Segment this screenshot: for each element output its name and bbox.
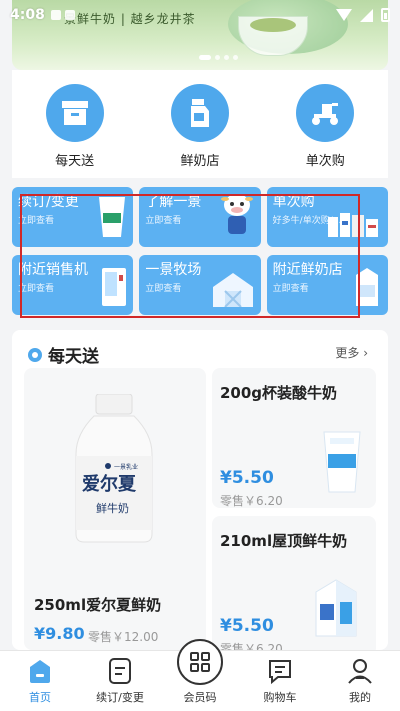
section-dot-icon xyxy=(28,347,42,362)
bottom-tab-bar: 首页 续订/变更 会员码 购物车 我的 xyxy=(0,639,400,711)
bottle-sub-text: 鲜牛奶 xyxy=(96,501,129,515)
milk-store-icon xyxy=(170,84,229,142)
signal-icon xyxy=(360,8,373,22)
quick-nav-single-purchase[interactable]: 单次购 xyxy=(280,84,370,169)
service-nearby-vending[interactable]: 附近销售机 立即查看 xyxy=(12,255,134,315)
milk-products-image xyxy=(326,209,382,243)
service-ranch[interactable]: 一景牧场 立即查看 xyxy=(139,255,261,315)
service-renew-change[interactable]: 续订/变更 立即查看 xyxy=(12,187,134,247)
tab-label: 我的 xyxy=(349,691,371,704)
product-name: 200g杯装酸牛奶 xyxy=(220,384,338,402)
notification-icon xyxy=(64,10,75,20)
tab-label: 购物车 xyxy=(263,691,297,704)
milk-carton-image xyxy=(352,267,382,311)
download-icon xyxy=(50,10,61,20)
status-bar: 4:08 xyxy=(0,0,400,30)
bottle-brand-text: 爱尔夏 xyxy=(82,473,137,495)
home-icon xyxy=(30,660,50,683)
battery-icon xyxy=(381,8,390,22)
cow-mascot-image xyxy=(219,191,255,243)
service-about[interactable]: 了解一景 立即查看 xyxy=(139,187,261,247)
chat-bubble-icon xyxy=(269,660,291,685)
status-time: 4:08 xyxy=(10,7,45,23)
product-name: 250ml爱尔夏鲜奶 xyxy=(34,596,162,614)
product-retail-price: 零售￥6.20 xyxy=(220,494,283,508)
quick-nav-label: 每天送 xyxy=(55,154,95,169)
product-card-featured[interactable]: 一景乳业 爱尔夏 鲜牛奶 250ml爱尔夏鲜奶 ¥9.80 零售￥12.00 xyxy=(24,368,206,650)
service-grid: 续订/变更 立即查看 了解一景 立即查看 单次购 好多牛/单次购/... 附近销… xyxy=(12,187,388,317)
product-price: ¥5.50 xyxy=(220,468,274,488)
product-name: 210ml屋顶鲜牛奶 xyxy=(220,532,348,550)
quick-nav-label: 鲜奶店 xyxy=(180,154,220,169)
notification-icons xyxy=(50,10,75,20)
box-icon xyxy=(45,84,104,142)
tab-home[interactable]: 首页 xyxy=(5,657,75,705)
tab-label: 续订/变更 xyxy=(96,691,144,704)
quick-nav-daily-delivery[interactable]: 每天送 xyxy=(30,84,120,169)
scooter-icon xyxy=(296,84,355,142)
section-header: 每天送 xyxy=(28,342,99,367)
quick-nav-milk-store[interactable]: 鲜奶店 xyxy=(155,84,245,169)
tab-cart[interactable]: 购物车 xyxy=(245,657,315,705)
service-single-purchase[interactable]: 单次购 好多牛/单次购/... xyxy=(266,187,388,247)
section-title: 每天送 xyxy=(48,347,99,367)
qr-code-icon xyxy=(177,639,223,685)
yogurt-cup-image xyxy=(97,195,127,243)
product-price: ¥5.50 xyxy=(220,616,274,636)
yogurt-cup-image xyxy=(322,430,362,498)
tab-member-code[interactable]: 会员码 xyxy=(165,639,235,705)
tab-renew-change[interactable]: 续订/变更 xyxy=(85,657,155,705)
document-icon xyxy=(109,658,131,684)
product-retail-price: 零售￥12.00 xyxy=(88,630,159,644)
product-price: ¥9.80 xyxy=(34,624,85,643)
svg-text:一景乳业: 一景乳业 xyxy=(114,463,138,471)
service-nearby-milk-store[interactable]: 附近鲜奶店 立即查看 xyxy=(266,255,388,315)
quick-nav-label: 单次购 xyxy=(305,154,345,169)
banner-pagination xyxy=(199,55,238,60)
product-card[interactable]: 200g杯装酸牛奶 ¥5.50 零售￥6.20 xyxy=(212,368,376,508)
milk-bottle-image: 一景乳业 爱尔夏 鲜牛奶 xyxy=(75,394,153,543)
tab-label: 会员码 xyxy=(183,691,217,704)
product-card[interactable]: 210ml屋顶鲜牛奶 ¥5.50 零售￥6.20 xyxy=(212,516,376,656)
more-link[interactable]: 更多 › xyxy=(335,344,368,361)
user-icon xyxy=(348,659,372,684)
milk-carton-image xyxy=(310,578,362,642)
tab-label: 首页 xyxy=(29,691,51,704)
daily-delivery-section: 每天送 更多 › 一景乳业 爱尔夏 鲜牛奶 250ml爱尔夏鲜奶 ¥9.80 零… xyxy=(12,330,388,656)
barn-image xyxy=(211,271,255,311)
tab-profile[interactable]: 我的 xyxy=(325,657,395,705)
wifi-icon xyxy=(336,9,352,21)
quick-nav: 每天送 鲜奶店 单次购 xyxy=(12,70,388,178)
vending-machine-image xyxy=(101,267,127,311)
